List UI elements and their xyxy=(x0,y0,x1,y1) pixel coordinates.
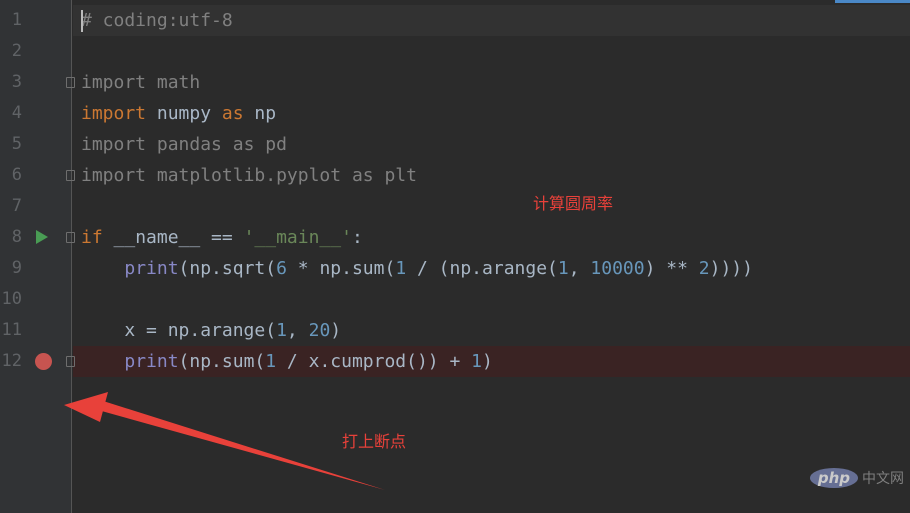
php-logo: php xyxy=(809,468,858,488)
watermark: php 中文网 xyxy=(809,468,904,488)
watermark-site-text: 中文网 xyxy=(862,471,904,487)
annotation-arrow xyxy=(64,392,385,490)
